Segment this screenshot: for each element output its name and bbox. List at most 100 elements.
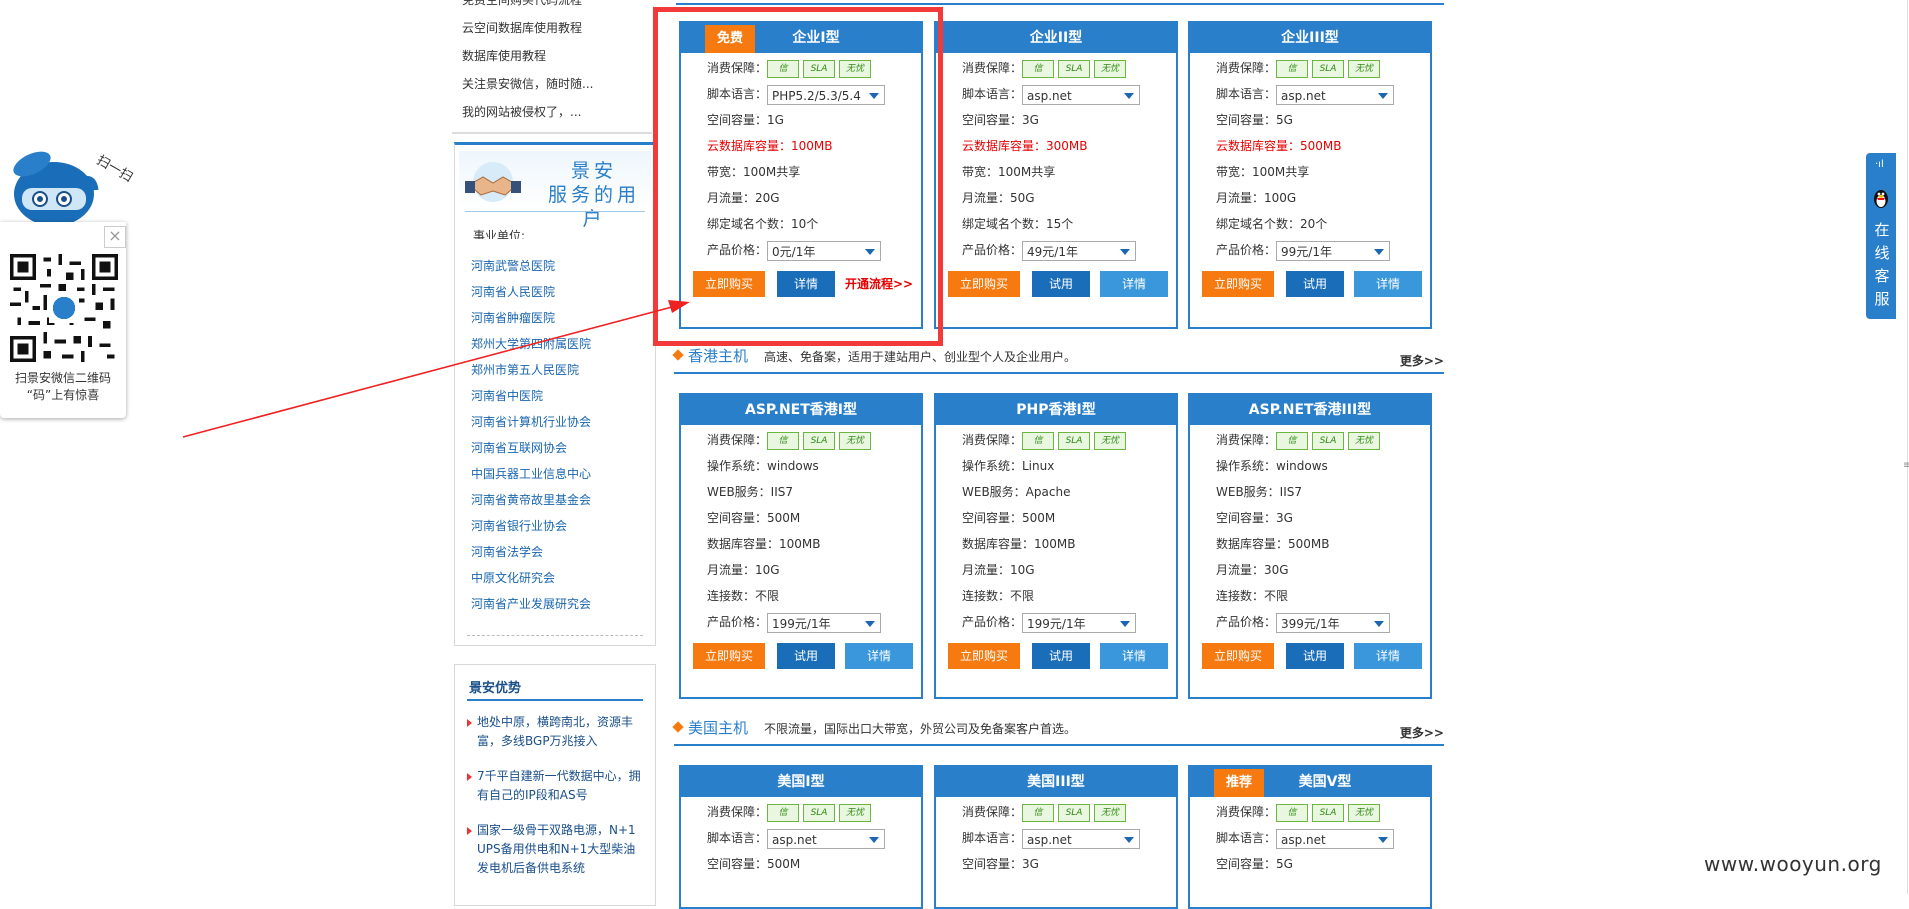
section-title[interactable]: 美国主机: [688, 717, 748, 738]
help-link[interactable]: 免费空间购买代码流程: [462, 0, 652, 14]
price-row: 产品价格： 99元/1年: [1190, 237, 1430, 263]
price-select[interactable]: 199元/1年: [767, 612, 882, 633]
worry-free-icon: 无忧: [839, 432, 872, 450]
detail-button[interactable]: 详情: [1354, 271, 1422, 297]
detail-button[interactable]: 详情: [845, 643, 913, 669]
guarantee-row: 消费保障：信 SLA 无忧: [1190, 427, 1430, 453]
qr-caption: 扫景安微信二维码 “码”上有惊喜: [0, 370, 126, 404]
advantages-panel: 景安优势 地处中原，横跨南北，资源丰 富，多线BGP万兆接入 7千平自建新一代数…: [454, 664, 656, 906]
price-value: 99元/1年: [1281, 244, 1332, 259]
banner-title-line1: 景安: [570, 160, 617, 182]
web-server-row: WEB服务：Apache: [962, 485, 1071, 499]
buy-button[interactable]: 立即购买: [693, 643, 765, 669]
language-select[interactable]: asp.net: [1276, 828, 1395, 849]
guarantee-row: 消费保障：信 SLA 无忧: [681, 799, 921, 825]
client-link[interactable]: 河南武警总医院: [471, 253, 591, 279]
sla-icon: SLA: [1312, 60, 1345, 78]
buy-button[interactable]: 立即购买: [948, 271, 1020, 297]
help-link[interactable]: 云空间数据库使用教程: [462, 14, 652, 42]
price-select[interactable]: 99元/1年: [1276, 240, 1391, 261]
trial-button[interactable]: 试用: [1032, 271, 1090, 297]
scroll-handle-icon[interactable]: ≡: [1903, 460, 1909, 471]
price-value: 199元/1年: [1027, 616, 1086, 631]
client-link[interactable]: 河南省产业发展研究会: [471, 591, 591, 617]
close-icon[interactable]: ×: [104, 226, 126, 248]
detail-button[interactable]: 详情: [1354, 643, 1422, 669]
db-row: 数据库容量：100MB: [707, 537, 821, 551]
language-select[interactable]: asp.net: [767, 828, 886, 849]
client-link[interactable]: 河南省互联网协会: [471, 435, 591, 461]
more-link[interactable]: 更多>>: [1400, 352, 1444, 369]
price-label: 产品价格：: [962, 615, 1023, 629]
credit-icon: 信: [767, 804, 800, 822]
detail-button[interactable]: 详情: [1100, 643, 1168, 669]
online-service-label: 在线客服: [1874, 221, 1890, 308]
language-label: 脚本语言：: [1216, 831, 1277, 845]
help-link[interactable]: 我的网站被侵权了，...: [462, 98, 652, 126]
guarantee-icons: 信 SLA 无忧: [1022, 56, 1130, 82]
worry-free-icon: 无忧: [1094, 60, 1127, 78]
section-title[interactable]: 香港主机: [688, 345, 748, 366]
clients-panel: 景安 服务的用户 事业单位: 河南武警总医院 河南省人民医院 河南省肿瘤医院 郑…: [454, 142, 656, 646]
price-select[interactable]: 399元/1年: [1276, 612, 1391, 633]
client-link[interactable]: 郑州大学第四附属医院: [471, 331, 591, 357]
trial-button[interactable]: 试用: [1286, 643, 1344, 669]
more-link[interactable]: 更多>>: [1400, 724, 1444, 741]
trial-button[interactable]: 试用: [1286, 271, 1344, 297]
detail-button[interactable]: 详情: [1100, 271, 1168, 297]
client-link[interactable]: 河南省银行业协会: [471, 513, 591, 539]
sla-icon: SLA: [1058, 432, 1091, 450]
buy-button[interactable]: 立即购买: [1202, 271, 1274, 297]
language-select[interactable]: asp.net: [1022, 828, 1141, 849]
price-label: 产品价格：: [707, 615, 768, 629]
guarantee-icons: 信 SLA 无忧: [767, 800, 875, 826]
help-link[interactable]: 数据库使用教程: [462, 42, 652, 70]
price-label: 产品价格：: [1216, 243, 1277, 257]
client-link[interactable]: 河南省肿瘤医院: [471, 305, 591, 331]
sla-icon: SLA: [1058, 60, 1091, 78]
trial-button[interactable]: 试用: [777, 643, 835, 669]
help-link[interactable]: 关注景安微信，随时随...: [462, 70, 652, 98]
card-title: ASP.NET香港I型: [745, 402, 857, 418]
online-service-button[interactable]: ·ıl 在线客服: [1866, 153, 1896, 319]
credit-icon: 信: [1276, 60, 1309, 78]
guarantee-label: 消费保障：: [1216, 805, 1277, 819]
chevron-down-icon: [1378, 836, 1389, 843]
clients-heading: 事业单位:: [473, 229, 526, 239]
divider: [676, 3, 1444, 5]
guarantee-row: 消费保障：信 SLA 无忧: [936, 427, 1176, 453]
chevron-down-icon: [1124, 92, 1135, 99]
diamond-icon: [672, 721, 684, 733]
chevron-down-icon: [865, 620, 876, 627]
web-server-row: WEB服务：IIS7: [1216, 485, 1303, 499]
client-link[interactable]: 郑州市第五人民医院: [471, 357, 591, 383]
advantages-title: 景安优势: [469, 681, 522, 696]
client-link[interactable]: 河南省计算机行业协会: [471, 409, 591, 435]
credit-icon: 信: [1276, 432, 1309, 450]
client-link[interactable]: 河南省黄帝故里基金会: [471, 487, 591, 513]
price-label: 产品价格：: [1216, 615, 1277, 629]
language-select[interactable]: asp.net: [1022, 84, 1141, 105]
sla-icon: SLA: [803, 804, 836, 822]
guarantee-label: 消费保障：: [707, 805, 768, 819]
traffic-row: 月流量：10G: [962, 563, 1035, 577]
price-select[interactable]: 49元/1年: [1022, 240, 1137, 261]
price-label: 产品价格：: [962, 243, 1023, 257]
buy-button[interactable]: 立即购买: [948, 643, 1020, 669]
client-link[interactable]: 河南省法学会: [471, 539, 591, 565]
credit-icon: 信: [1022, 432, 1055, 450]
client-link[interactable]: 河南省中医院: [471, 383, 591, 409]
client-link[interactable]: 中原文化研究会: [471, 565, 591, 591]
buy-button[interactable]: 立即购买: [1202, 643, 1274, 669]
client-link[interactable]: 中国兵器工业信息中心: [471, 461, 591, 487]
trial-button[interactable]: 试用: [1032, 643, 1090, 669]
card-title: ASP.NET香港III型: [1248, 402, 1372, 418]
client-link[interactable]: 河南省人民医院: [471, 279, 591, 305]
language-select[interactable]: asp.net: [1276, 84, 1395, 105]
qr-caption-line2: “码”上有惊喜: [26, 388, 100, 402]
price-select[interactable]: 199元/1年: [1022, 612, 1137, 633]
product-card-hk-2: PHP香港I型 消费保障：信 SLA 无忧 操作系统：Linux WEB服务：Apa…: [934, 393, 1178, 699]
language-value: asp.net: [1027, 88, 1072, 103]
space-row: 空间容量：500M: [962, 511, 1056, 525]
handshake-icon: [465, 162, 521, 202]
